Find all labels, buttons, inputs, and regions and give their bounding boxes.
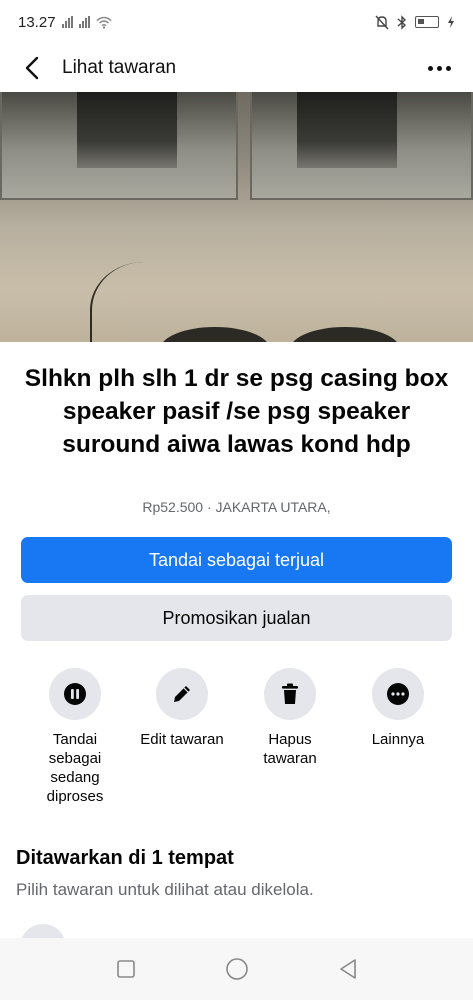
listing-price-location: Rp52.500 · JAKARTA UTARA, [142, 499, 331, 515]
mark-pending-action[interactable]: Tandai sebagai sedang diproses [23, 668, 127, 806]
status-left: 13.27 [18, 14, 112, 31]
delete-listing-action[interactable]: Hapus tawaran [238, 668, 342, 768]
section-title: Ditawarkan di 1 tempat [16, 847, 234, 869]
signal-icon [61, 16, 73, 28]
more-dot-icon [427, 65, 433, 71]
action-label: Hapus tawaran [263, 731, 317, 767]
back-button[interactable] [14, 50, 50, 86]
status-time: 13.27 [18, 13, 56, 31]
listing-actions: Tandai sebagai sedang diproses Edit tawa… [0, 668, 473, 808]
pencil-icon [174, 686, 190, 702]
more-dot-icon [436, 65, 442, 71]
photo-detail [290, 327, 400, 342]
listing-title: Slhkn plh slh 1 dr se psg casing box spe… [24, 365, 449, 458]
bluetooth-icon [397, 14, 407, 30]
page-title: Lihat tawaran [62, 57, 177, 78]
trash-icon [282, 683, 298, 704]
app-header: Lihat tawaran [0, 44, 473, 92]
section-subtitle: Pilih tawaran untuk dilihat atau dikelol… [16, 880, 314, 899]
mark-as-sold-button[interactable]: Tandai sebagai terjual [21, 537, 452, 583]
square-icon [116, 960, 135, 978]
more-icon-button[interactable] [372, 668, 424, 720]
status-bar: 13.27 [0, 0, 473, 44]
circle-icon [225, 958, 248, 980]
speaker-box-right [250, 92, 473, 200]
more-actions[interactable]: Lainnya [346, 668, 450, 749]
charging-icon [448, 16, 454, 28]
action-label: Lainnya [371, 731, 425, 748]
back-nav-button[interactable] [328, 949, 368, 989]
mute-icon [375, 15, 389, 29]
action-label: Edit tawaran [140, 731, 224, 748]
back-arrow-icon [25, 56, 39, 80]
wifi-icon [96, 16, 112, 29]
pause-icon [64, 683, 86, 705]
more-icon [387, 683, 409, 705]
home-button[interactable] [217, 949, 257, 989]
listing-photo[interactable] [0, 92, 473, 342]
pause-icon-button[interactable] [49, 668, 101, 720]
system-navigation-bar [0, 938, 473, 1000]
trash-icon-button[interactable] [264, 668, 316, 720]
action-label: Tandai sebagai sedang diproses [46, 731, 104, 805]
more-dot-icon [445, 65, 451, 71]
edit-listing-action[interactable]: Edit tawaran [130, 668, 234, 749]
photo-detail [90, 262, 180, 342]
signal-icon-2 [78, 16, 90, 28]
triangle-back-icon [339, 959, 356, 979]
recent-apps-button[interactable] [106, 949, 146, 989]
promote-listing-button[interactable]: Promosikan jualan [21, 595, 452, 641]
speaker-box-left [0, 92, 238, 200]
status-right [375, 14, 455, 30]
pencil-icon-button[interactable] [156, 668, 208, 720]
battery-icon [415, 16, 439, 28]
more-options-button[interactable] [419, 50, 459, 86]
